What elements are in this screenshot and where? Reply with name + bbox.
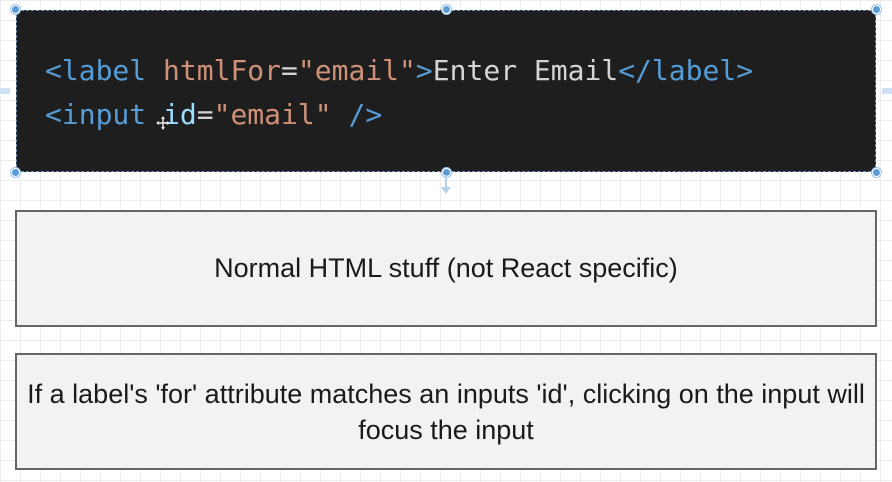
resize-handle-right-edge[interactable] xyxy=(882,88,892,94)
code-token-string: "email" xyxy=(297,54,416,87)
resize-handle-top-left[interactable] xyxy=(11,5,20,14)
code-token-string: "email" xyxy=(213,98,332,131)
note-box-label-for[interactable]: If a label's 'for' attribute matches an … xyxy=(15,353,877,470)
resize-handle-bottom-left[interactable] xyxy=(11,168,20,177)
resize-handle-top-center[interactable] xyxy=(442,5,451,14)
code-token-end-tag: </label> xyxy=(618,54,754,87)
code-token-text: Enter Email xyxy=(432,54,619,87)
resize-handle-bottom-right[interactable] xyxy=(872,168,881,177)
note-box-text: Normal HTML stuff (not React specific) xyxy=(214,253,678,283)
connector-arrow-icon[interactable] xyxy=(440,175,452,195)
code-line-label: <label htmlFor="email">Enter Email</labe… xyxy=(45,54,753,88)
code-token-equals: = xyxy=(196,98,214,131)
code-token-attr-name: htmlFor xyxy=(163,54,282,87)
note-box-normal-html[interactable]: Normal HTML stuff (not React specific) xyxy=(15,210,877,327)
code-token-tag: > xyxy=(415,54,433,87)
code-token-self-close: /> xyxy=(348,98,383,131)
code-line-input: <input id="email" /> xyxy=(45,98,382,132)
code-snippet-block[interactable]: <label htmlFor="email">Enter Email</labe… xyxy=(16,10,876,172)
resize-handle-left-edge[interactable] xyxy=(0,88,10,94)
code-token-tag: <input xyxy=(45,98,147,131)
code-token-tag: <label xyxy=(45,54,147,87)
resize-handle-top-right[interactable] xyxy=(872,5,881,14)
code-token-equals: = xyxy=(281,54,298,87)
note-box-text: If a label's 'for' attribute matches an … xyxy=(27,378,865,445)
move-cursor-icon xyxy=(156,116,170,130)
